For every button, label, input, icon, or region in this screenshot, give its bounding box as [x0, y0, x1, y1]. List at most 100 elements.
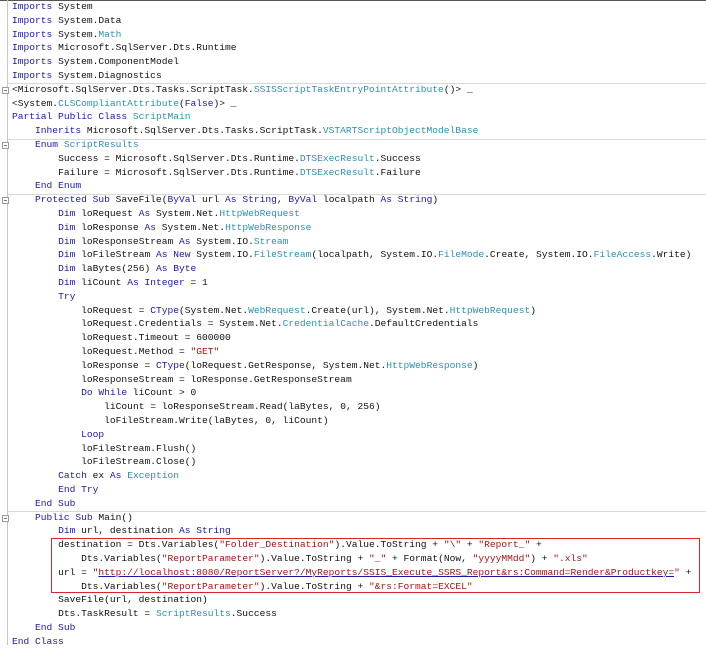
- code-line[interactable]: Public Sub Main(): [35, 511, 133, 525]
- code-token: Dts.TaskResult =: [58, 608, 156, 620]
- keyword-token: False: [184, 97, 214, 109]
- code-token: SaveFile(url, destination): [58, 594, 208, 606]
- code-token: Failure = Microsoft.SqlServer.Dts.Runtim…: [58, 166, 300, 178]
- code-token: System: [52, 1, 93, 12]
- keyword-token: End Enum: [35, 180, 82, 192]
- type-token: ScriptResults: [63, 139, 139, 150]
- keyword-token: Dim: [58, 277, 76, 288]
- code-token: System.Data: [52, 14, 122, 26]
- code-line[interactable]: Dim liCount As Integer = 1: [58, 276, 208, 290]
- keyword-token: Dim: [58, 263, 76, 275]
- code-line[interactable]: <Microsoft.SqlServer.Dts.Tasks.ScriptTas…: [12, 83, 473, 97]
- code-token: System.: [52, 28, 99, 40]
- code-line[interactable]: SaveFile(url, destination): [58, 593, 208, 607]
- collapse-icon[interactable]: [2, 514, 9, 522]
- code-line[interactable]: Imports System: [12, 0, 93, 14]
- type-token: ScriptResults: [155, 608, 231, 620]
- code-line[interactable]: Partial Public Class ScriptMain: [12, 110, 191, 124]
- code-token: ,: [276, 194, 289, 206]
- collapse-icon[interactable]: [2, 142, 9, 149]
- code-token: liCount: [75, 277, 128, 288]
- code-line[interactable]: loResponseStream = loResponse.GetRespons…: [81, 373, 352, 387]
- code-line[interactable]: Imports System.ComponentModel: [12, 55, 179, 69]
- code-line[interactable]: Inherits Microsoft.SqlServer.Dts.Tasks.S…: [35, 124, 478, 138]
- type-token: VSTARTScriptObjectModelBase: [322, 125, 479, 137]
- code-line[interactable]: Dim loFileStream As New System.IO.FileSt…: [58, 248, 691, 262]
- type-token: DTSExecResult: [299, 166, 375, 178]
- keyword-token: Imports: [12, 70, 53, 81]
- code-line[interactable]: Imports System.Data: [12, 14, 121, 28]
- code-line[interactable]: Dim laBytes(256) As Byte: [58, 262, 196, 276]
- keyword-token: End Sub: [35, 622, 76, 633]
- code-token: <Microsoft.SqlServer.Dts.Tasks.ScriptTas…: [12, 83, 254, 95]
- keyword-token: As String: [225, 194, 277, 206]
- code-line[interactable]: Imports System.Math: [12, 28, 121, 42]
- code-token: System.Net.: [150, 208, 220, 219]
- string-token: "GET": [190, 346, 220, 357]
- code-token: System.IO.: [190, 249, 254, 261]
- code-token: loResponseStream: [75, 235, 179, 247]
- code-token: loFileStream.Close(): [81, 456, 197, 468]
- code-line[interactable]: loResponse = CType(loRequest.GetResponse…: [81, 359, 478, 373]
- code-token: .Create, System.IO.: [484, 249, 594, 261]
- collapse-icon[interactable]: [2, 197, 9, 205]
- code-line[interactable]: Try: [58, 290, 75, 304]
- code-line[interactable]: Enum ScriptResults: [35, 138, 139, 152]
- keyword-token: CType: [150, 304, 179, 316]
- keyword-token: Imports: [12, 28, 53, 40]
- type-token: Exception: [127, 470, 180, 482]
- type-token: Math: [98, 28, 122, 40]
- code-line[interactable]: Dim loResponse As System.Net.HttpWebResp…: [58, 221, 311, 235]
- code-line[interactable]: loFileStream.Write(laBytes, 0, liCount): [104, 414, 329, 428]
- code-token: loFileStream: [75, 249, 156, 261]
- code-line[interactable]: Dim loRequest As System.Net.HttpWebReque…: [58, 207, 300, 221]
- code-line[interactable]: End Sub: [35, 497, 75, 511]
- code-token: ): [530, 304, 536, 316]
- code-token: loResponse =: [81, 359, 156, 371]
- code-line[interactable]: Failure = Microsoft.SqlServer.Dts.Runtim…: [58, 166, 421, 180]
- code-line[interactable]: loFileStream.Flush(): [81, 442, 196, 456]
- code-token: loRequest.Timeout = 600000: [81, 332, 231, 344]
- keyword-token: As: [144, 221, 156, 233]
- code-token: .Success: [374, 152, 421, 164]
- code-line[interactable]: Dts.TaskResult = ScriptResults.Success: [58, 607, 277, 621]
- code-line[interactable]: Success = Microsoft.SqlServer.Dts.Runtim…: [58, 152, 421, 166]
- code-token: System.Net.: [155, 221, 226, 233]
- code-line[interactable]: Imports System.Diagnostics: [12, 69, 162, 83]
- code-token: .Create(url), System.Net.: [305, 304, 450, 316]
- code-token: loResponse: [75, 221, 145, 233]
- collapse-icon[interactable]: [2, 86, 9, 94]
- code-token: (localpath, System.IO.: [311, 249, 439, 261]
- keyword-token: Loop: [81, 428, 105, 440]
- code-line[interactable]: Imports Microsoft.SqlServer.Dts.Runtime: [12, 41, 237, 55]
- code-line[interactable]: Protected Sub SaveFile(ByVal url As Stri…: [35, 193, 438, 207]
- code-line[interactable]: loRequest.Method = "GET": [81, 345, 219, 359]
- code-line[interactable]: Catch ex As Exception: [58, 469, 179, 483]
- code-token: <System.: [12, 97, 59, 109]
- code-line[interactable]: End Enum: [35, 179, 81, 193]
- code-line[interactable]: Loop: [81, 428, 104, 442]
- editor-top-border: [0, 0, 706, 1]
- keyword-token: Dim: [58, 221, 76, 233]
- code-line[interactable]: loFileStream.Close(): [81, 455, 196, 469]
- keyword-token: Dim: [58, 525, 76, 537]
- code-line[interactable]: Dim loResponseStream As System.IO.Stream: [58, 235, 288, 249]
- code-line[interactable]: loRequest.Timeout = 600000: [81, 331, 231, 345]
- code-line[interactable]: liCount = loResponseStream.Read(laBytes,…: [104, 400, 380, 414]
- code-editor[interactable]: Imports System Imports System.Data Imports…: [0, 0, 706, 652]
- code-line[interactable]: Dim url, destination As String: [58, 524, 231, 538]
- keyword-token: As: [179, 235, 191, 247]
- code-line[interactable]: End Class: [12, 635, 64, 649]
- code-line[interactable]: <System.CLSCompliantAttribute(False)> _: [12, 97, 237, 111]
- code-line[interactable]: Do While liCount > 0: [81, 386, 196, 400]
- code-token: .Write): [651, 249, 692, 261]
- code-line[interactable]: loRequest.Credentials = System.Net.Crede…: [81, 317, 478, 331]
- code-token: localpath: [317, 194, 381, 206]
- code-line[interactable]: loRequest = CType(System.Net.WebRequest.…: [81, 304, 536, 318]
- code-line[interactable]: End Try: [58, 483, 98, 497]
- code-line[interactable]: End Sub: [35, 621, 75, 635]
- keyword-token: Do While: [81, 387, 128, 399]
- code-token: .Success: [230, 608, 277, 620]
- code-token: loRequest.Credentials = System.Net.: [81, 318, 283, 330]
- code-token: url, destination: [75, 525, 179, 537]
